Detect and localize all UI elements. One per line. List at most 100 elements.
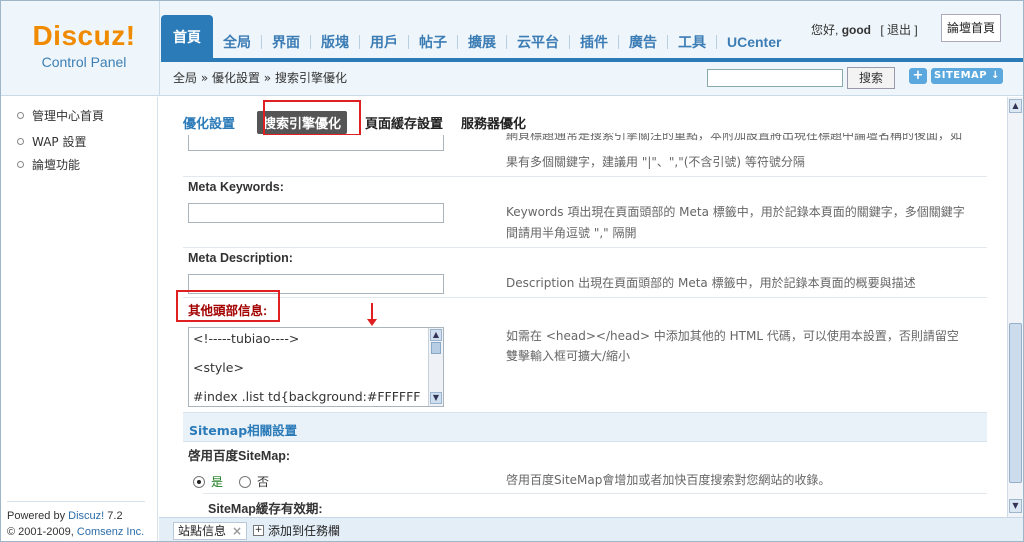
red-arrow-icon — [367, 303, 377, 326]
logo[interactable]: Discuz! Control Panel — [19, 21, 149, 71]
content-scrollbar[interactable]: ▲ ▼ — [1007, 97, 1023, 517]
discuz-link[interactable]: Discuz! — [68, 510, 104, 522]
add-to-taskbar[interactable]: + 添加到任務欄 — [253, 522, 340, 539]
section-title: 優化設置 — [183, 116, 236, 132]
add-shortcut-button[interactable]: + — [909, 68, 927, 84]
sidebar-divider — [7, 501, 145, 502]
bullet-icon — [17, 138, 24, 145]
close-icon[interactable]: × — [232, 523, 242, 539]
sidebar-item-label: 論壇功能 — [32, 158, 81, 172]
tab-extensions[interactable]: 擴展 — [458, 25, 506, 59]
seo-title-help-line2: 果有多個關鍵字，建議用 "|"、","(不含引號) 等符號分隔 — [506, 155, 805, 169]
seo-title-help-overflow: 網頁標題通常是搜索引擎關注的重點，本附加設置將出現在標題中論壇名稱的後面，如 — [506, 133, 976, 151]
highlight-box — [263, 100, 361, 136]
bullet-icon — [17, 161, 24, 168]
sidebar-item-label: 管理中心首頁 — [32, 109, 105, 123]
scroll-thumb[interactable] — [431, 342, 441, 354]
sidebar-item-forum-features[interactable]: 論壇功能 — [17, 156, 80, 173]
textarea-scrollbar[interactable]: ▲ ▼ — [428, 328, 443, 406]
sitemap-cache-label: SiteMap緩存有效期: — [208, 502, 323, 516]
sitemap-section-title: Sitemap相關設置 — [189, 423, 298, 438]
seo-title-help-line1: 網頁標題通常是搜索引擎關注的重點，本附加設置將出現在標題中論壇名稱的後面，如 — [506, 133, 963, 142]
sub-tabs: 優化設置 搜索引擎優化 頁面緩存設置 服務器優化 — [183, 110, 544, 134]
scroll-up-icon[interactable]: ▲ — [430, 329, 442, 341]
baidu-sitemap-label: 啓用百度SiteMap: — [188, 449, 291, 463]
baidu-sitemap-help: 啓用百度SiteMap會增加或者加快百度搜索對您網站的收錄。 — [506, 473, 831, 487]
tab-server-optimization[interactable]: 服務器優化 — [461, 113, 526, 132]
taskbar: 站點信息 × + 添加到任務欄 — [159, 517, 1023, 541]
control-panel-window: Discuz! Control Panel 首頁 全局 界面 版塊 用戶 帖子 … — [0, 0, 1024, 542]
keywords-input[interactable] — [188, 203, 444, 223]
search-button[interactable]: 搜索 — [847, 67, 895, 89]
tab-global[interactable]: 全局 — [213, 25, 261, 59]
bullet-icon — [17, 112, 24, 119]
tab-cloud[interactable]: 云平台 — [507, 25, 569, 59]
highlight-box — [176, 290, 280, 322]
sidebar-item-wap[interactable]: WAP 設置 — [17, 133, 86, 150]
tab-page-cache[interactable]: 頁面緩存設置 — [365, 113, 443, 132]
head-html-help-line1: 如需在 <head></head> 中添加其他的 HTML 代碼，可以使用本設置… — [506, 329, 959, 343]
tab-users[interactable]: 用戶 — [360, 25, 408, 59]
tab-forums[interactable]: 版塊 — [311, 25, 359, 59]
row-divider — [183, 176, 987, 177]
copyright: Powered by Discuz! 7.2 © 2001-2009, Coms… — [7, 508, 144, 540]
breadcrumb: 全局 » 優化設置 » 搜索引擎優化 — [173, 71, 347, 85]
logo-subtitle: Control Panel — [41, 54, 127, 70]
user-info: 您好, good [ 退出 ] — [811, 21, 918, 38]
tab-interface[interactable]: 界面 — [262, 25, 310, 59]
add-to-taskbar-label: 添加到任務欄 — [268, 524, 341, 538]
forum-home-button[interactable]: 論壇首頁 — [941, 14, 1001, 42]
radio-yes[interactable] — [193, 475, 205, 488]
row-divider — [183, 247, 987, 248]
head-html-textarea[interactable]: <!-----tubiao----> <style> #index .list … — [188, 327, 444, 407]
taskbar-tab-site-info[interactable]: 站點信息 × — [173, 522, 248, 540]
radio-no-label: 否 — [257, 475, 270, 489]
taskbar-tab-label: 站點信息 — [178, 524, 227, 538]
comsenz-link[interactable]: Comsenz Inc. — [77, 526, 144, 538]
scroll-down-icon[interactable]: ▼ — [1009, 499, 1022, 513]
tab-home[interactable]: 首頁 — [161, 15, 213, 59]
nav-underline — [161, 58, 1023, 62]
seo-title-input[interactable] — [188, 135, 444, 151]
sitemap-button[interactable]: SITEMAP ↓ — [931, 68, 1003, 84]
keywords-label: Meta Keywords: — [188, 180, 284, 194]
scroll-thumb[interactable] — [1009, 323, 1022, 483]
radio-no[interactable] — [239, 475, 252, 488]
username: good — [841, 23, 872, 37]
header-divider — [159, 1, 160, 96]
add-checkbox-icon[interactable]: + — [253, 525, 264, 536]
logo-text: Discuz! — [32, 20, 136, 51]
keywords-help-line1: Keywords 項出現在頁面頭部的 Meta 標籤中，用於記錄本頁面的關鍵字，… — [506, 205, 965, 219]
row-divider — [203, 493, 987, 494]
head-html-help-line2: 雙擊輸入框可擴大/縮小 — [506, 349, 631, 363]
textarea-line: <style> — [193, 360, 244, 375]
scroll-up-icon[interactable]: ▲ — [1009, 99, 1022, 113]
main-nav: 首頁 全局 界面 版塊 用戶 帖子 擴展 云平台 插件 廣告 工具 UCente… — [161, 15, 791, 59]
keywords-help-line2: 間請用半角逗號 "," 隔開 — [506, 226, 637, 240]
header: Discuz! Control Panel 首頁 全局 界面 版塊 用戶 帖子 … — [1, 1, 1023, 96]
tab-posts[interactable]: 帖子 — [409, 25, 457, 59]
textarea-line: <!-----tubiao----> — [193, 331, 300, 346]
powered-by-text: Powered by — [7, 510, 69, 522]
logout-link[interactable]: [ 退出 ] — [880, 23, 917, 37]
radio-yes-label: 是 — [211, 475, 224, 489]
textarea-line: #index .list td{background:#FFFFFF — [193, 389, 421, 404]
tab-ucenter[interactable]: UCenter — [717, 25, 791, 59]
sidebar-item-admin-home[interactable]: 管理中心首頁 — [17, 107, 104, 124]
description-help: Description 出現在頁面頭部的 Meta 標籤中，用於記錄本頁面的概要… — [506, 276, 916, 290]
search-input[interactable] — [707, 69, 843, 87]
baidu-sitemap-radio-group: 是 否 — [193, 473, 269, 490]
version-text: 7.2 — [104, 510, 123, 522]
tab-plugins[interactable]: 插件 — [570, 25, 618, 59]
main-content: 優化設置 搜索引擎優化 頁面緩存設置 服務器優化 網頁標題通常是搜索引擎關注的重… — [159, 97, 1007, 517]
tab-ads[interactable]: 廣告 — [619, 25, 667, 59]
sitemap-section-header: Sitemap相關設置 — [183, 412, 987, 442]
sidebar-item-label: WAP 設置 — [32, 135, 87, 149]
copyright-text: © 2001-2009, — [7, 526, 77, 538]
row-divider — [183, 297, 987, 298]
description-label: Meta Description: — [188, 251, 293, 265]
scroll-down-icon[interactable]: ▼ — [430, 392, 442, 404]
sidebar: 管理中心首頁 WAP 設置 論壇功能 Powered by Discuz! 7.… — [1, 97, 158, 541]
greeting: 您好, — [811, 23, 839, 37]
tab-tools[interactable]: 工具 — [668, 25, 716, 59]
